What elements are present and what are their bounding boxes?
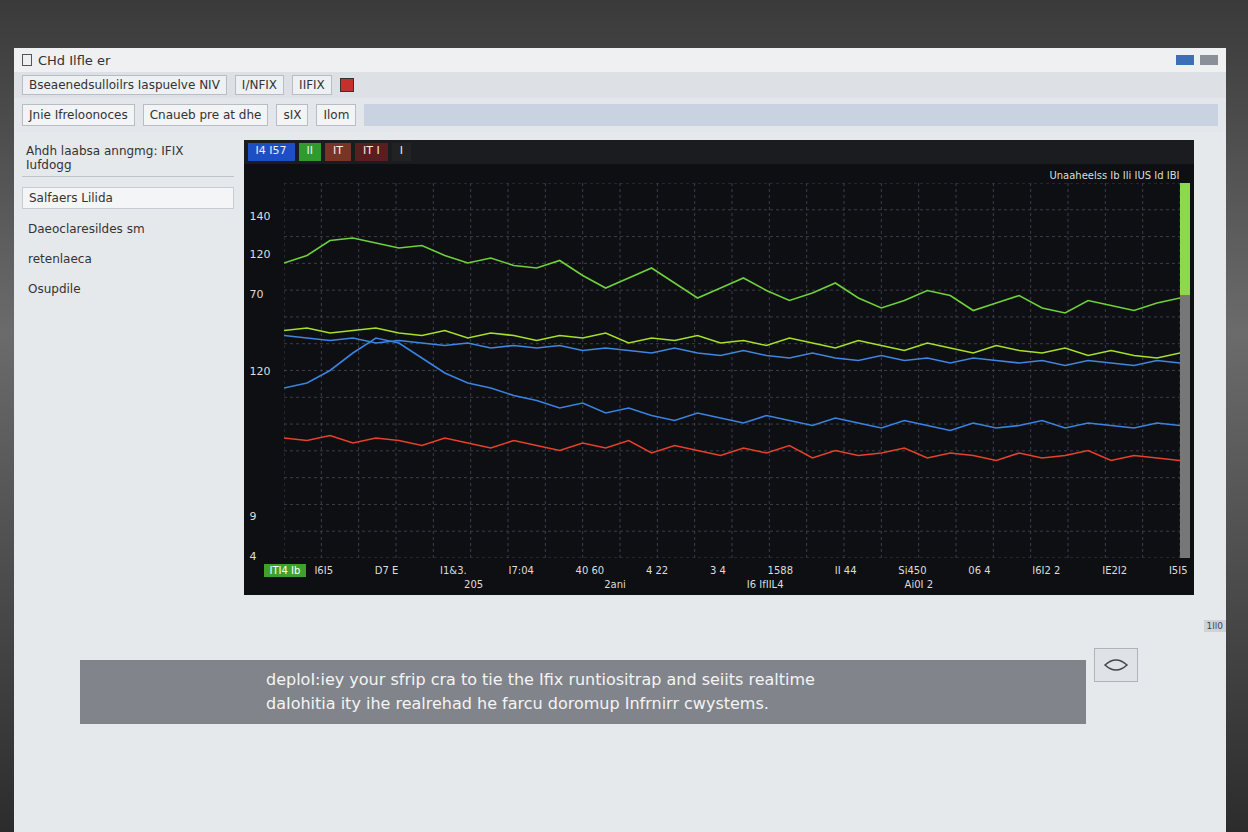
eye-button[interactable] xyxy=(1094,648,1138,682)
record-icon[interactable] xyxy=(340,78,354,92)
sidebar-item[interactable]: Salfaers Lilida xyxy=(22,187,234,209)
x-tick: 40 60 xyxy=(576,565,605,576)
sidebar-item[interactable]: Osupdile xyxy=(22,279,234,299)
line-plot xyxy=(284,183,1180,558)
grid-line xyxy=(284,236,1180,237)
x-axis: ITI4 Ib I6I5 D7 E I1&3. I7:04 40 60 4 22 3 4 158… xyxy=(244,558,1194,577)
x-tick: Ai0I 2 xyxy=(905,579,933,590)
x-tick: I6 IfIIL4 xyxy=(747,579,784,590)
grid-line xyxy=(284,558,1180,559)
minimize-icon[interactable] xyxy=(1176,55,1194,65)
grid-line xyxy=(284,209,1180,210)
series-line xyxy=(284,328,1180,358)
toolbar-button[interactable]: Cnaueb pre at dhe xyxy=(143,104,269,126)
eye-icon xyxy=(1103,657,1129,673)
grid-line xyxy=(284,424,1180,425)
y-tick: 120 xyxy=(250,248,271,261)
chart-tool[interactable]: I4 I57 xyxy=(248,143,295,161)
window-title: CHd Ilfle er xyxy=(38,53,110,68)
x-tick: 1588 xyxy=(768,565,793,576)
scrollbar[interactable] xyxy=(1180,183,1190,558)
legend: ITI4 Ib xyxy=(264,564,307,577)
y-tick: 120 xyxy=(250,365,271,378)
grid-line xyxy=(284,316,1180,317)
x-tick: D7 E xyxy=(375,565,399,576)
x-tick: Si450 xyxy=(898,565,926,576)
x-tick: I7:04 xyxy=(508,565,533,576)
grid-line xyxy=(1104,183,1105,558)
right-panel: 1ll0 xyxy=(1204,140,1226,832)
chart-toolbar: I4 I57IIITIT II xyxy=(244,140,1194,164)
grid-line xyxy=(284,263,1180,264)
x-tick: I6I2 2 xyxy=(1032,565,1060,576)
toolbar-button[interactable]: I/NFIX xyxy=(235,75,284,95)
y-tick: 4 xyxy=(250,550,257,563)
y-tick: 140 xyxy=(250,210,271,223)
toolbar-button[interactable]: IIFIX xyxy=(292,75,332,95)
chart-tool[interactable]: IT xyxy=(325,143,351,161)
chart-info: Unaaheelss Ib Ili IUS Id IBI xyxy=(1049,164,1193,183)
grid-line xyxy=(768,183,769,558)
corner-tag: 1ll0 xyxy=(1204,620,1226,632)
x-tick: I6I5 xyxy=(314,565,333,576)
series-line xyxy=(284,238,1180,313)
toolbar-button[interactable]: Bseaenedsulloilrs Iaspuelve NIV xyxy=(22,75,227,95)
app-window: CHd Ilfle er Bseaenedsulloilrs Iaspuelve … xyxy=(14,48,1226,832)
grid-line xyxy=(284,370,1180,371)
grid-line xyxy=(582,183,583,558)
sidebar-item[interactable]: retenlaeca xyxy=(22,249,234,269)
toolbar-button[interactable]: Ilom xyxy=(316,104,356,126)
x-tick: II 44 xyxy=(835,565,857,576)
grid-line xyxy=(284,531,1180,532)
x-tick: 4 22 xyxy=(646,565,668,576)
chart-tool[interactable]: I xyxy=(392,143,411,161)
x-axis-secondary: 205 2ani I6 IfIIL4 Ai0I 2 xyxy=(244,577,1194,590)
y-tick: 70 xyxy=(250,288,264,301)
close-icon[interactable] xyxy=(1200,55,1218,65)
grid-line xyxy=(284,504,1180,505)
caption-line: daIohitia ity ihe realrehad he farcu dor… xyxy=(266,692,1074,716)
chart-panel: I4 I57IIITIT IIUnaaheelss Ib Ili IUS Id … xyxy=(244,140,1194,595)
y-tick: 9 xyxy=(250,510,257,523)
sidebar-item[interactable]: Daeoclaresildes sm xyxy=(22,219,234,239)
caption-line: deploI:iey your sfrip cra to tie the Ifi… xyxy=(266,668,1074,692)
x-tick: I5I5 xyxy=(1169,565,1188,576)
x-tick: 2ani xyxy=(604,579,626,590)
y-axis: 1401207012094 xyxy=(244,183,284,558)
grid-line xyxy=(284,290,1180,291)
grid-line xyxy=(395,183,396,558)
x-tick: 06 4 xyxy=(968,565,990,576)
plot-row: 1401207012094 xyxy=(244,183,1194,558)
grid-line xyxy=(284,183,1180,184)
grid-line xyxy=(918,183,919,558)
grid-line xyxy=(731,183,732,558)
chart-tool[interactable]: II xyxy=(299,143,322,161)
grid-line xyxy=(284,477,1180,478)
grid-line xyxy=(284,397,1180,398)
grid-line xyxy=(432,183,433,558)
series-line xyxy=(284,338,1180,431)
toolbar: Bseaenedsulloilrs Iaspuelve NIV I/NFIX IIF… xyxy=(14,72,1226,98)
main-area: Ahdh laabsa anngmg: IFIX Iufdogg Salfaers… xyxy=(14,132,1226,832)
x-tick: 205 xyxy=(464,579,483,590)
toolbar-button[interactable]: sIX xyxy=(276,104,308,126)
window-icon xyxy=(22,54,32,66)
series-line xyxy=(284,336,1180,366)
grid-line xyxy=(1067,183,1068,558)
x-tick: IE2I2 xyxy=(1102,565,1127,576)
secondary-toolbar: Jnie Ifreloonoces Cnaueb pre at dhe sIX Ilo… xyxy=(14,98,1226,132)
title-bar: CHd Ilfle er xyxy=(14,48,1226,72)
x-tick: 3 4 xyxy=(710,565,726,576)
x-tick: I1&3. xyxy=(440,565,467,576)
series-line xyxy=(284,436,1180,461)
toolbar-button[interactable]: Jnie Ifreloonoces xyxy=(22,104,135,126)
chart-tool[interactable]: IT I xyxy=(355,143,388,161)
address-field[interactable] xyxy=(364,104,1218,126)
photo-background: CHd Ilfle er Bseaenedsulloilrs Iaspuelve … xyxy=(0,0,1248,832)
caption-overlay: deploI:iey your sfrip cra to tie the Ifi… xyxy=(80,660,1086,724)
sidebar-heading: Ahdh laabsa anngmg: IFIX Iufdogg xyxy=(22,140,234,177)
sidebar: Ahdh laabsa anngmg: IFIX Iufdogg Salfaers… xyxy=(22,140,234,832)
